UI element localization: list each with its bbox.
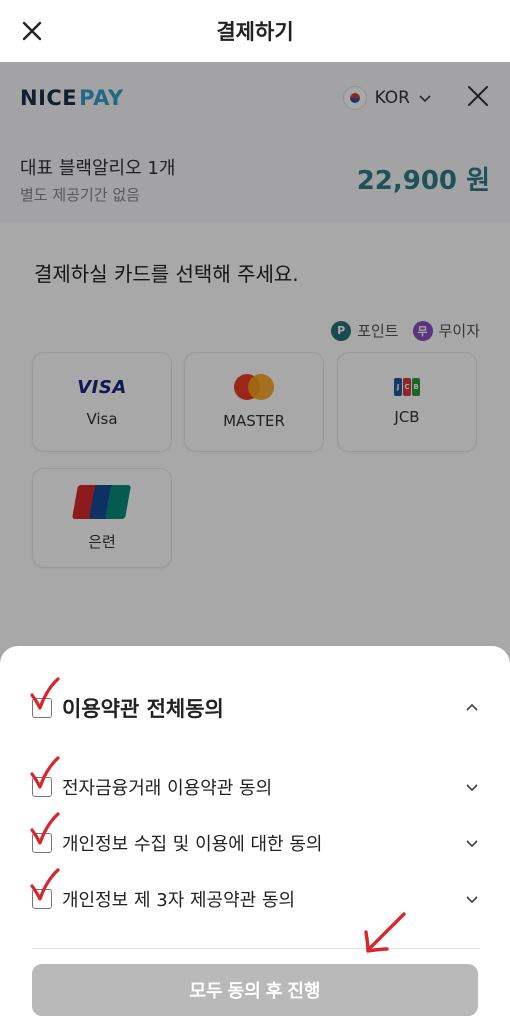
terms-item-checkbox[interactable] xyxy=(30,812,60,853)
terms-all-checkbox[interactable] xyxy=(30,677,60,718)
red-check-annotation-icon xyxy=(30,868,60,901)
terms-item-checkbox[interactable] xyxy=(30,868,60,909)
terms-item-label: 전자금융거래 이용약관 동의 xyxy=(62,778,273,799)
red-check-annotation-icon xyxy=(30,812,60,845)
chevron-down-icon[interactable] xyxy=(464,891,480,907)
chevron-down-icon[interactable] xyxy=(464,779,480,795)
terms-item-label: 개인정보 제 3자 제공약관 동의 xyxy=(62,890,296,911)
app-header: 결제하기 xyxy=(0,0,510,62)
terms-item-row[interactable]: 개인정보 수집 및 이용에 대한 동의 xyxy=(30,812,480,856)
terms-item-row[interactable]: 개인정보 제 3자 제공약관 동의 xyxy=(30,868,480,912)
page-title: 결제하기 xyxy=(216,20,294,44)
terms-item-row[interactable]: 전자금융거래 이용약관 동의 xyxy=(30,756,480,800)
terms-bottom-sheet: 이용약관 전체동의 전자금융거래 이용약관 동의 개인정보 수집 및 이용에 대… xyxy=(0,646,510,1024)
terms-all-label: 이용약관 전체동의 xyxy=(62,697,224,721)
sheet-divider xyxy=(32,948,480,949)
close-icon[interactable] xyxy=(20,19,44,43)
terms-item-label: 개인정보 수집 및 이용에 대한 동의 xyxy=(62,834,323,855)
chevron-down-icon[interactable] xyxy=(464,835,480,851)
agree-all-submit-button[interactable]: 모두 동의 후 진행 xyxy=(32,964,478,1016)
terms-item-checkbox[interactable] xyxy=(30,756,60,797)
terms-all-row[interactable]: 이용약관 전체동의 xyxy=(30,677,480,722)
red-arrow-annotation-icon xyxy=(364,912,406,953)
red-check-annotation-icon xyxy=(30,756,60,789)
chevron-up-icon[interactable] xyxy=(464,700,480,716)
red-check-annotation-icon xyxy=(30,677,60,710)
